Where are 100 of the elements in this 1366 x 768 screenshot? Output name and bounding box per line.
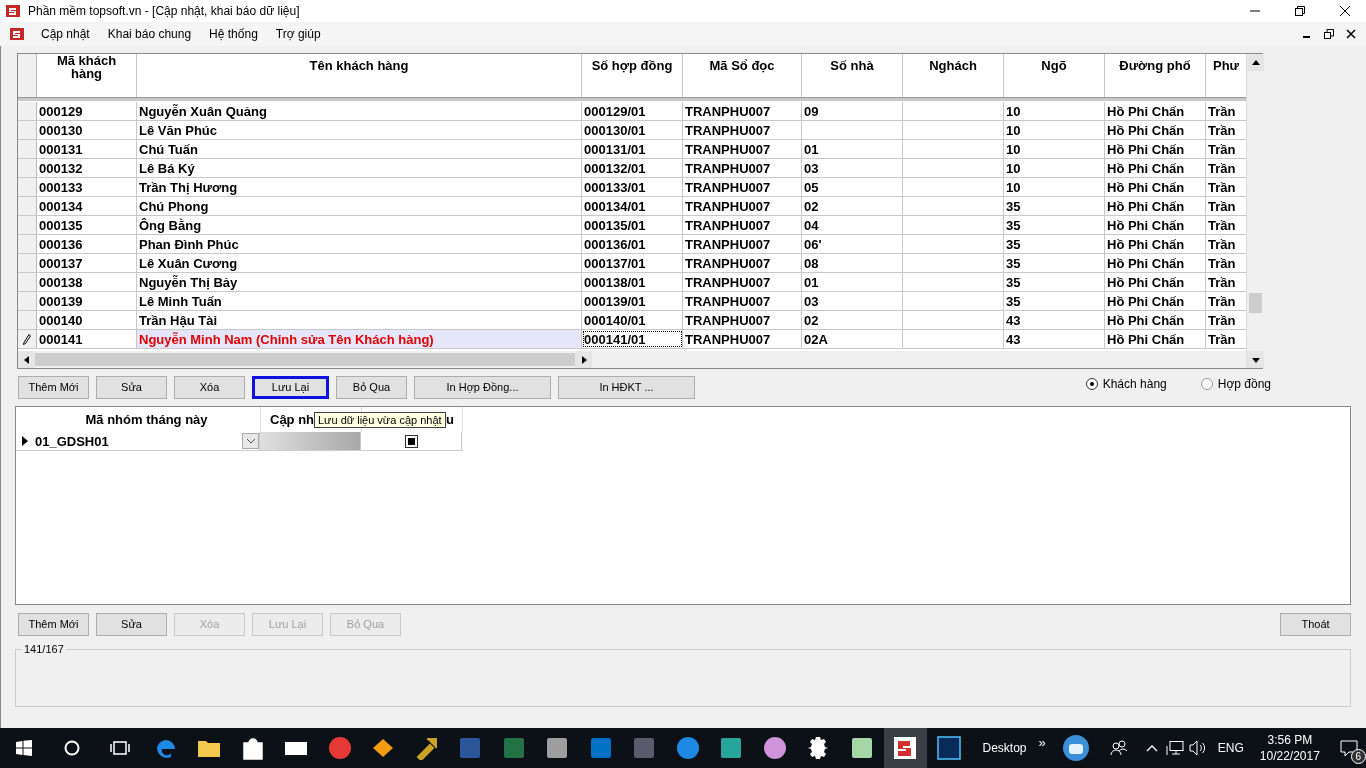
table-cell: 000130/01	[582, 121, 683, 139]
table-cell: TRANPHU007	[683, 140, 802, 158]
radio-label[interactable]: Khách hàng	[1102, 377, 1167, 391]
table-cell: Lê Bá Ký	[137, 159, 582, 177]
table-cell: 06'	[802, 235, 903, 253]
table-cell: TRANPHU007	[683, 121, 802, 139]
table-cell: Hồ Phi Chấn	[1105, 121, 1206, 139]
action-button[interactable]: Bỏ Qua	[336, 375, 407, 399]
table-cell: 000132/01	[582, 159, 683, 177]
store-bag-icon[interactable]	[240, 736, 265, 760]
language-indicator[interactable]: ENG	[1217, 741, 1244, 755]
action-button[interactable]: Thêm Mới	[18, 375, 89, 399]
people-icon[interactable]	[1110, 740, 1128, 756]
table-cell: 08	[802, 254, 903, 272]
tooltip: Lưu dữ liệu vừa cập nhật	[314, 412, 446, 428]
table-cell: 000137	[37, 254, 137, 272]
table-cell: 000140/01	[582, 311, 683, 329]
table-cell: Chú Phong	[137, 197, 582, 215]
search-icon[interactable]	[64, 740, 80, 756]
grid-corner	[18, 54, 37, 97]
table-cell: 000139/01	[582, 292, 683, 310]
app-logo-icon	[10, 28, 24, 40]
menu-item[interactable]: Trợ giúp	[266, 27, 330, 41]
scroll-right-icon[interactable]	[580, 355, 587, 364]
table-cell: 10	[1004, 121, 1105, 139]
scrollbar-thumb[interactable]	[35, 353, 575, 366]
table-cell: 000130	[37, 121, 137, 139]
clock-time[interactable]: 3:56 PM	[1267, 732, 1313, 748]
table-cell: Nguyễn Thị Bảy	[137, 273, 582, 291]
table-cell: 000129	[37, 102, 137, 120]
action-button[interactable]: Lưu Lại	[252, 375, 329, 399]
table-cell: 01	[802, 273, 903, 291]
table-cell: Phan Đình Phúc	[137, 235, 582, 253]
table-cell: Nguyễn Xuân Quảng	[137, 102, 582, 120]
dropdown-field[interactable]: 01_GDSH01	[33, 432, 260, 450]
table-cell: Ông Bằng	[137, 216, 582, 234]
clock-date[interactable]: 10/22/2017	[1259, 748, 1320, 764]
table-cell: Lê Minh Tuấn	[137, 292, 582, 310]
scrollbar-thumb[interactable]	[1249, 293, 1262, 313]
table-cell: Hồ Phi Chấn	[1105, 273, 1206, 291]
row-selector[interactable]	[18, 330, 37, 348]
table-cell: 03	[802, 292, 903, 310]
menu-item[interactable]: Khai báo chung	[98, 27, 201, 41]
radio-button[interactable]	[1200, 378, 1213, 390]
table-cell: 000131/01	[582, 140, 683, 158]
action-button[interactable]: Sửa	[96, 612, 167, 636]
app-icon[interactable]	[893, 736, 918, 760]
scroll-down-icon[interactable]	[1251, 356, 1260, 363]
action-button[interactable]: In HĐKT ...	[558, 375, 695, 399]
task-view-icon[interactable]	[110, 741, 130, 755]
volume-icon[interactable]	[1189, 740, 1208, 756]
vertical-scrollbar[interactable]	[1246, 54, 1264, 368]
table-cell: 000135/01	[582, 216, 683, 234]
action-button[interactable]: Thêm Mới	[18, 612, 89, 636]
radio-button[interactable]	[1085, 378, 1098, 390]
table-cell: 04	[802, 216, 903, 234]
scroll-up-icon[interactable]	[1251, 59, 1260, 66]
table-cell: 35	[1004, 235, 1105, 253]
table-cell: Hồ Phi Chấn	[1105, 292, 1206, 310]
checkbox[interactable]	[404, 434, 418, 448]
table-cell: 000134	[37, 197, 137, 215]
table-cell: Hồ Phi Chấn	[1105, 254, 1206, 272]
table-cell: 10	[1004, 178, 1105, 196]
table-cell: 35	[1004, 197, 1105, 215]
table-cell: 000133/01	[582, 178, 683, 196]
chevron-down-icon[interactable]	[245, 438, 256, 444]
table-cell: Hồ Phi Chấn	[1105, 330, 1206, 348]
toolbar-chevron[interactable]: »	[1038, 734, 1046, 750]
scroll-left-icon[interactable]	[23, 355, 30, 364]
table-cell: 000132	[37, 159, 137, 177]
start-icon[interactable]	[16, 740, 32, 756]
chevron-up-icon[interactable]	[1146, 744, 1159, 752]
table-cell: 000135	[37, 216, 137, 234]
exit-button[interactable]: Thoát	[1280, 612, 1351, 636]
action-button[interactable]: Xóa	[174, 375, 245, 399]
table-cell: 000136/01	[582, 235, 683, 253]
table-cell: 35	[1004, 254, 1105, 272]
network-icon[interactable]	[1166, 740, 1185, 756]
table-cell: TRANPHU007	[683, 254, 802, 272]
notification-icon[interactable]	[1339, 740, 1358, 756]
desktop-toolbar-label[interactable]: Desktop	[982, 741, 1027, 755]
table-cell: Nguyễn Minh Nam (Chỉnh sửa Tên Khách hàng)	[137, 330, 582, 348]
close-icon[interactable]	[1346, 29, 1356, 39]
table-cell: TRANPHU007	[683, 159, 802, 177]
close-icon[interactable]	[1339, 5, 1351, 17]
table-cell: 35	[1004, 292, 1105, 310]
restore-icon[interactable]	[1324, 29, 1334, 39]
horizontal-scrollbar[interactable]	[18, 351, 1246, 368]
maximize-icon[interactable]	[1294, 5, 1306, 17]
menu-item[interactable]: Cập nhật	[32, 27, 99, 41]
radio-label[interactable]: Hợp đồng	[1217, 377, 1271, 391]
table-cell: Trần Hậu Tài	[137, 311, 582, 329]
notification-badge: 6	[1350, 749, 1366, 764]
table-cell: 10	[1004, 102, 1105, 120]
action-button[interactable]: In Hợp Đồng...	[414, 375, 551, 399]
tools-icon[interactable]	[414, 736, 439, 760]
table-cell: Lê Xuân Cương	[137, 254, 582, 272]
action-button[interactable]: Sửa	[96, 375, 167, 399]
table-cell: 35	[1004, 273, 1105, 291]
menu-item[interactable]: Hệ thống	[200, 27, 267, 41]
